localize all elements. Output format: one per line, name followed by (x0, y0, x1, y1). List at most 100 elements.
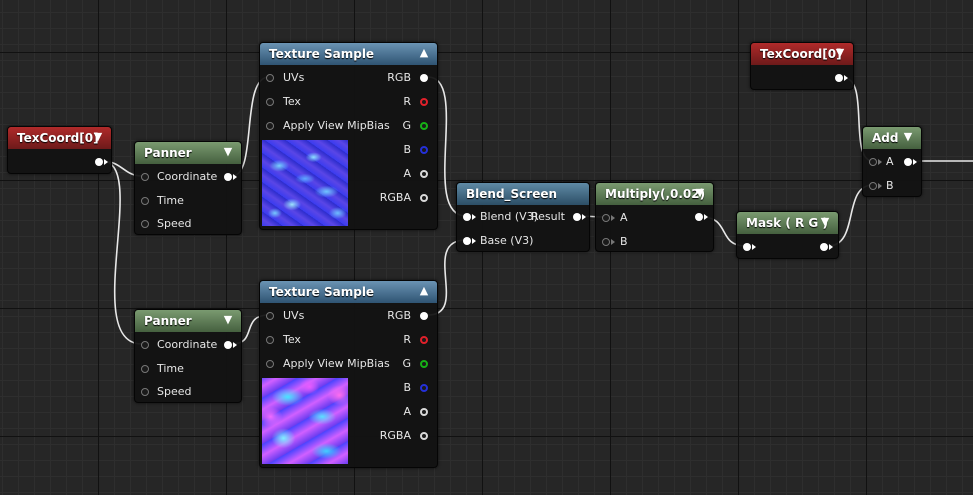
texcoord-node-left[interactable]: TexCoord[0] ▼ (7, 126, 112, 174)
blend-screen-node[interactable]: Blend_Screen Blend (V3) Result Base (V3) (456, 182, 590, 252)
output-pin[interactable] (224, 341, 232, 349)
pin-label: B (886, 179, 894, 192)
input-pin-coordinate[interactable] (141, 341, 149, 349)
collapse-icon[interactable]: ▼ (818, 215, 832, 229)
collapse-icon[interactable]: ▼ (91, 130, 105, 144)
input-arrow-icon (472, 238, 476, 244)
input-pin-uvs[interactable] (266, 312, 274, 320)
output-arrow-icon (844, 75, 848, 81)
output-pin[interactable] (695, 213, 703, 221)
output-pin[interactable] (95, 158, 103, 166)
pin-label: UVs (283, 309, 305, 322)
output-pin[interactable] (835, 74, 843, 82)
input-pin-blend[interactable] (463, 213, 471, 221)
node-title: Blend_Screen (466, 187, 558, 201)
output-pin-a[interactable] (420, 170, 428, 178)
node-header[interactable]: Blend_Screen (457, 183, 589, 205)
node-title: TexCoord[0] (760, 47, 842, 61)
pin-label: G (402, 357, 411, 370)
output-arrow-icon (233, 342, 237, 348)
output-pin[interactable] (820, 243, 828, 251)
node-title: Panner (144, 146, 192, 160)
collapse-icon[interactable]: ▼ (693, 186, 707, 200)
input-arrow-icon (611, 239, 615, 245)
pin-label: A (620, 211, 628, 224)
texcoord-node-right[interactable]: TexCoord[0] ▼ (750, 42, 854, 90)
add-node[interactable]: Add ▼ A B (862, 126, 922, 197)
input-pin-a[interactable] (869, 158, 877, 166)
input-pin-mipbias[interactable] (266, 122, 274, 130)
expand-icon[interactable]: ▲ (417, 46, 431, 60)
pin-label: R (403, 95, 411, 108)
output-pin[interactable] (904, 158, 912, 166)
input-pin-tex[interactable] (266, 336, 274, 344)
node-title: Add (872, 131, 899, 145)
output-pin-rgba[interactable] (420, 194, 428, 202)
pin-label: B (403, 381, 411, 394)
input-pin-time[interactable] (141, 365, 149, 373)
node-title: Multiply(,0.02) (605, 187, 706, 201)
collapse-icon[interactable]: ▼ (833, 46, 847, 60)
node-title: Panner (144, 314, 192, 328)
input-pin-speed[interactable] (141, 388, 149, 396)
output-pin-result[interactable] (573, 213, 581, 221)
pin-label: B (403, 143, 411, 156)
panner-node-bottom[interactable]: Panner ▼ Coordinate Time Speed (134, 309, 242, 403)
output-pin-g[interactable] (420, 122, 428, 130)
collapse-icon[interactable]: ▼ (221, 313, 235, 327)
output-pin-b[interactable] (420, 384, 428, 392)
pin-label: A (403, 405, 411, 418)
input-pin-b[interactable] (869, 182, 877, 190)
node-title: TexCoord[0] (17, 131, 99, 145)
collapse-icon[interactable]: ▼ (901, 130, 915, 144)
input-pin-tex[interactable] (266, 98, 274, 106)
pin-label: Apply View MipBias (283, 119, 390, 132)
node-header[interactable]: Texture Sample (260, 43, 437, 65)
output-pin-g[interactable] (420, 360, 428, 368)
panner-node-top[interactable]: Panner ▼ Coordinate Time Speed (134, 141, 242, 235)
input-pin-mipbias[interactable] (266, 360, 274, 368)
input-pin-time[interactable] (141, 197, 149, 205)
input-arrow-icon (472, 214, 476, 220)
input-pin-speed[interactable] (141, 220, 149, 228)
output-arrow-icon (913, 159, 917, 165)
output-pin-rgba[interactable] (420, 432, 428, 440)
pin-label: A (403, 167, 411, 180)
input-arrow-icon (878, 183, 882, 189)
input-arrow-icon (878, 159, 882, 165)
output-pin-a[interactable] (420, 408, 428, 416)
input-pin-base[interactable] (463, 237, 471, 245)
node-title: Texture Sample (269, 47, 375, 61)
input-pin-uvs[interactable] (266, 74, 274, 82)
node-header[interactable]: Texture Sample (260, 281, 437, 303)
pin-label: A (886, 155, 894, 168)
output-pin-b[interactable] (420, 146, 428, 154)
texture-sample-node-top[interactable]: Texture Sample ▲ UVs Tex Apply View MipB… (259, 42, 438, 230)
output-pin-r[interactable] (420, 336, 428, 344)
mask-node[interactable]: Mask ( R G ) ▼ (736, 211, 839, 259)
output-pin[interactable] (224, 173, 232, 181)
input-pin[interactable] (743, 243, 751, 251)
pin-label: Time (157, 362, 184, 375)
node-title: Texture Sample (269, 285, 375, 299)
output-arrow-icon (704, 214, 708, 220)
pin-label: Base (V3) (480, 234, 534, 247)
pin-label: Tex (283, 95, 301, 108)
input-arrow-icon (752, 244, 756, 250)
output-pin-rgb[interactable] (420, 74, 428, 82)
output-pin-rgb[interactable] (420, 312, 428, 320)
input-pin-b[interactable] (602, 238, 610, 246)
output-pin-r[interactable] (420, 98, 428, 106)
pin-label: Tex (283, 333, 301, 346)
collapse-icon[interactable]: ▼ (221, 145, 235, 159)
pin-label: Apply View MipBias (283, 357, 390, 370)
pin-label: RGBA (379, 429, 411, 442)
pin-label: Time (157, 194, 184, 207)
multiply-node[interactable]: Multiply(,0.02) ▼ A B (595, 182, 714, 252)
input-pin-coordinate[interactable] (141, 173, 149, 181)
texture-sample-node-bottom[interactable]: Texture Sample ▲ UVs Tex Apply View MipB… (259, 280, 438, 468)
input-pin-a[interactable] (602, 214, 610, 222)
pin-label: Coordinate (157, 170, 218, 183)
expand-icon[interactable]: ▲ (417, 284, 431, 298)
pin-label: Speed (157, 217, 192, 230)
